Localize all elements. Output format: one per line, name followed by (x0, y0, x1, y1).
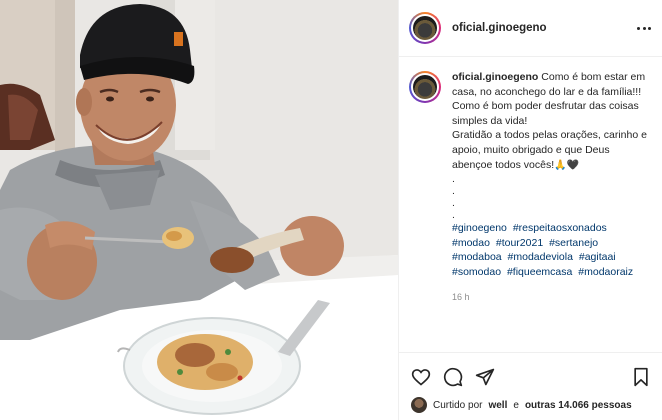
praying-hands-icon: 🙏 (554, 159, 567, 171)
photo-illustration (0, 0, 398, 420)
caption-line-3-text: Gratidão a todos pelas orações, carinho … (452, 129, 647, 171)
caption-dot: . (452, 197, 455, 210)
caption-line-2: Como é bom poder desfrutar das coisas si… (452, 100, 639, 127)
caption-line-3: Gratidão a todos pelas orações, carinho … (452, 128, 652, 173)
hashtag-modaboa[interactable]: #modaboa (452, 251, 502, 263)
likes-conjunction: e (513, 399, 519, 411)
comment-icon[interactable] (443, 367, 463, 387)
hashtag-fiqueemcasa[interactable]: #fiqueemcasa (507, 266, 572, 278)
caption-avatar[interactable] (409, 71, 441, 103)
caption-dot: . (452, 185, 455, 198)
post-header: oficial.ginoegeno (399, 0, 662, 57)
liker-avatar[interactable] (411, 397, 427, 413)
hashtag-somodao[interactable]: #somodao (452, 266, 501, 278)
more-horizontal-icon[interactable] (637, 22, 651, 34)
likes-summary[interactable]: Curtido por well e outras 14.066 pessoas (411, 397, 632, 413)
post-side-panel: oficial.ginoegeno oficial.ginoegeno Como… (398, 0, 662, 420)
liker-username[interactable]: well (488, 400, 507, 411)
hashtag-modao[interactable]: #modao (452, 237, 490, 249)
heart-icon[interactable] (411, 367, 431, 387)
post-photo[interactable] (0, 0, 398, 420)
hashtag-respeitaosxonados[interactable]: #respeitaosxonados (513, 222, 607, 234)
hashtag-modaoraiz[interactable]: #modaoraiz (578, 266, 633, 278)
hashtag-modadeviola[interactable]: #modadeviola (508, 251, 573, 263)
hashtag-tour2021[interactable]: #tour2021 (496, 237, 543, 249)
action-icons (411, 367, 495, 387)
action-bar: Curtido por well e outras 14.066 pessoas (399, 352, 662, 420)
caption-username[interactable]: oficial.ginoegeno (452, 71, 538, 83)
header-username[interactable]: oficial.ginoegeno (452, 22, 547, 34)
hashtag-ginoegeno[interactable]: #ginoegeno (452, 222, 507, 234)
caption-dot: . (452, 173, 455, 186)
hashtag-sertanejo[interactable]: #sertanejo (549, 237, 598, 249)
instagram-post: oficial.ginoegeno oficial.ginoegeno Como… (0, 0, 662, 420)
share-icon[interactable] (475, 367, 495, 387)
hashtag-list: #ginoegeno #respeitaosxonados #modao #to… (452, 221, 652, 279)
black-heart-icon: 🖤 (566, 159, 580, 171)
profile-avatar[interactable] (409, 12, 441, 44)
bookmark-icon[interactable] (631, 367, 651, 387)
post-caption: oficial.ginoegeno Como é bom estar em ca… (409, 70, 655, 304)
likes-others[interactable]: outras 14.066 pessoas (525, 400, 632, 411)
hashtag-agitaai[interactable]: #agitaai (579, 251, 616, 263)
caption-text: oficial.ginoegeno Como é bom estar em ca… (452, 70, 652, 304)
caption-dot: . (452, 209, 455, 222)
likes-prefix: Curtido por (433, 399, 483, 411)
post-timestamp[interactable]: 16 h (452, 290, 652, 305)
